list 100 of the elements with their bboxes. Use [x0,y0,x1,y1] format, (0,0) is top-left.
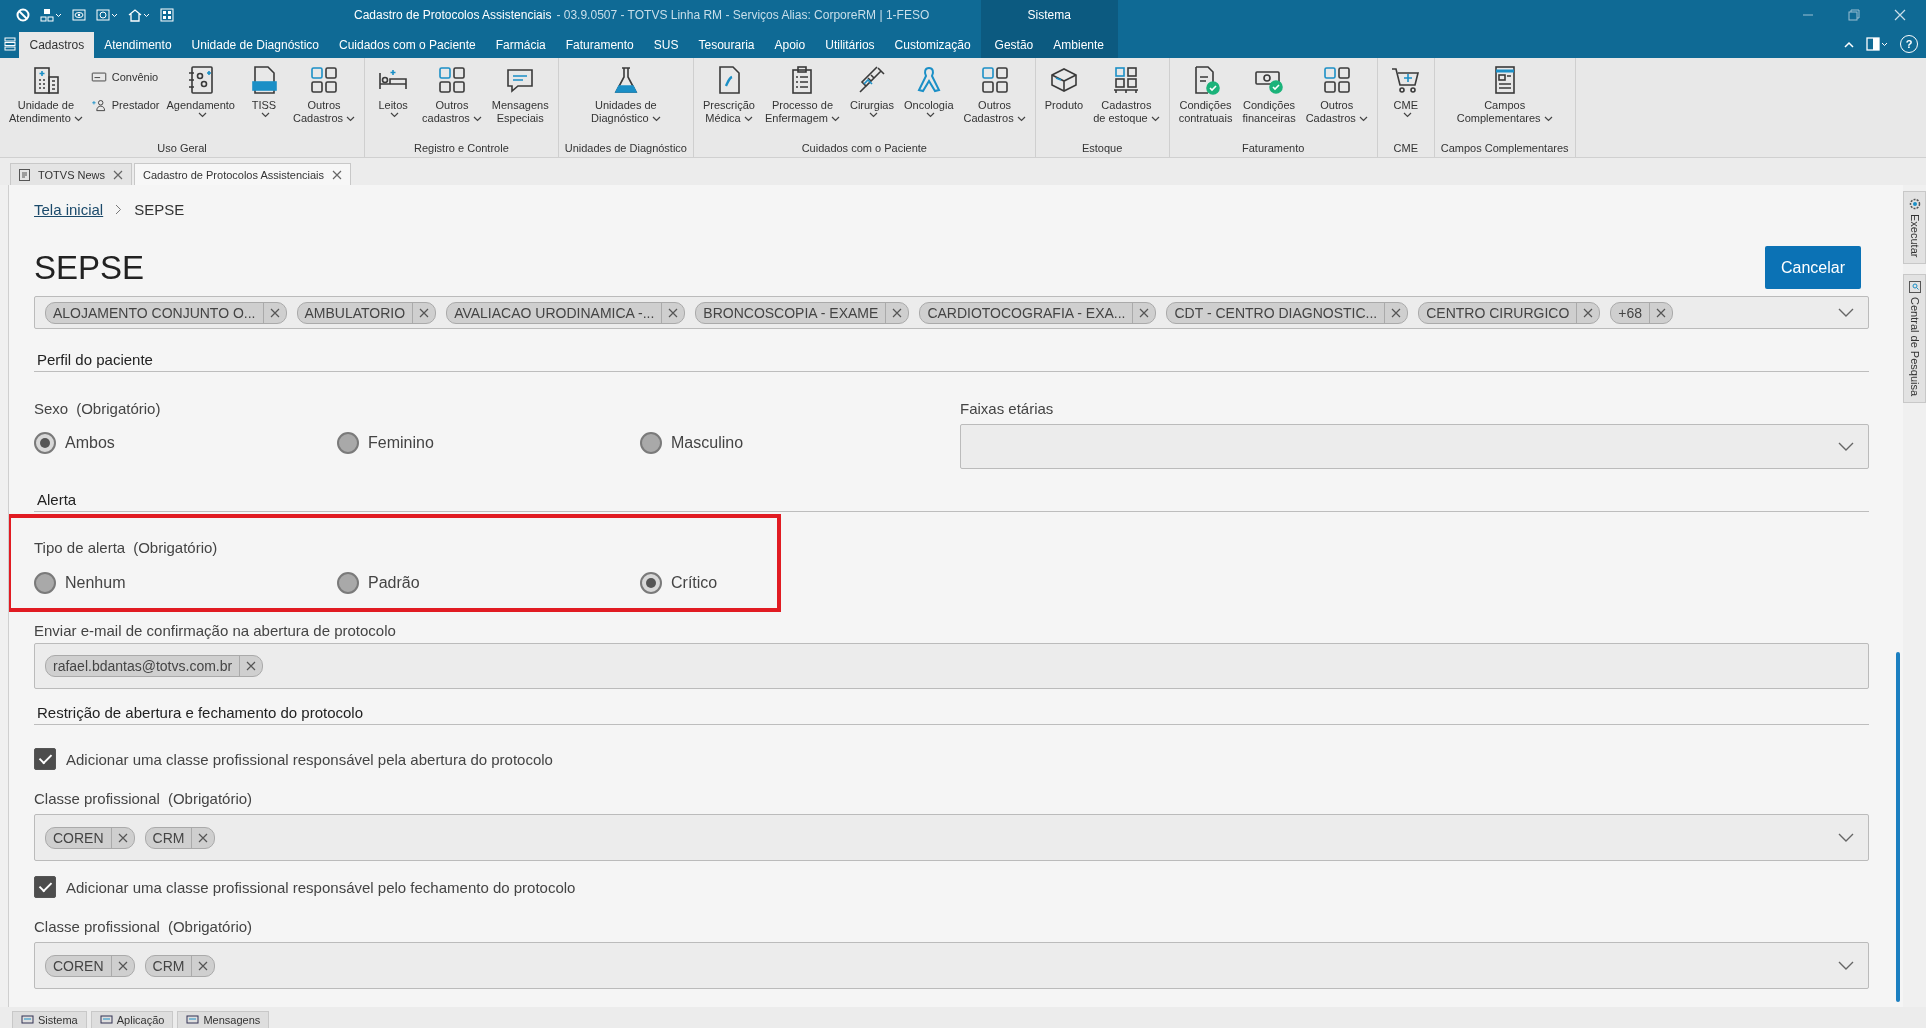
ribbon-button[interactable]: TISS [241,64,286,142]
radio-button[interactable] [337,572,359,594]
blocked-icon[interactable] [16,8,30,22]
remove-icon[interactable] [1391,307,1402,318]
ribbon-button[interactable]: Oncologia [900,64,957,142]
remove-icon[interactable] [1583,307,1594,318]
menu-tab[interactable]: Customização [884,32,981,58]
status-tab[interactable]: Aplicação [90,1011,174,1028]
ribbon-button[interactable]: Prestador [89,96,160,114]
radio-option[interactable]: Nenhum [34,572,337,594]
remove-icon[interactable] [332,169,342,180]
ribbon-button[interactable]: Outros Cadastros [289,64,359,142]
close-icon[interactable] [1894,9,1906,21]
breadcrumb-link[interactable]: Tela inicial [34,200,104,218]
tag-chip: ALOJAMENTO CONJUNTO O... [45,301,287,324]
cancel-button[interactable]: Cancelar [1765,246,1861,289]
collapse-icon[interactable] [1844,40,1854,48]
ribbon-button[interactable]: Cirurgias [846,64,897,142]
ribbon-button[interactable]: Unidade de Atendimento [6,64,86,142]
remove-icon[interactable] [892,307,903,318]
tag-select-field[interactable]: COREN CRM [34,942,1869,989]
remove-icon[interactable] [117,832,128,843]
menu-tab[interactable]: Unidade de Diagnóstico [181,32,329,58]
radio-option[interactable]: Crítico [640,572,840,594]
radio-option[interactable]: Padrão [337,572,640,594]
status-tab[interactable]: Mensagens [177,1011,270,1028]
ribbon-button[interactable]: Prescrição Médica [700,64,758,142]
remove-icon[interactable] [419,307,430,318]
menu-icon[interactable] [3,37,16,51]
side-panel-tab[interactable]: Central de Pesquisa [1903,274,1926,404]
chevron-down-icon[interactable] [1838,442,1854,451]
status-tab[interactable]: Sistema [12,1011,87,1028]
remove-icon[interactable] [117,960,128,971]
menu-tab[interactable]: Ambiente [1043,32,1114,58]
radio-option[interactable]: Masculino [640,432,840,454]
ribbon-button[interactable]: Outros Cadastros [1302,64,1371,142]
menu-tab[interactable]: Apoio [764,32,816,58]
ribbon-button[interactable]: Outros cadastros [419,64,485,142]
ribbon-button[interactable]: Unidades de Diagnóstico [588,64,664,142]
radio-button[interactable] [34,572,56,594]
ribbon-button[interactable]: Leitos [371,64,416,142]
scrollbar-thumb[interactable] [1896,652,1900,1002]
field-label: Classe profissional [34,789,160,807]
document-tab[interactable]: TOTVS News [10,163,133,185]
remove-icon[interactable] [198,832,209,843]
menu-tab[interactable]: Faturamento [555,32,644,58]
document-tab[interactable]: Cadastro de Protocolos Assistenciais [134,163,351,185]
home-icon[interactable] [128,8,150,22]
ribbon-group-label: Registro e Controle [413,142,510,156]
menu-tab[interactable]: Cadastros [19,32,95,58]
menu-tab[interactable]: Farmácia [485,32,556,58]
menu-tab[interactable]: Tesouraria [688,32,765,58]
page-title: SEPSE [34,248,145,287]
remove-icon[interactable] [198,960,209,971]
menu-tab[interactable]: Utilitários [815,32,885,58]
menu-tab[interactable]: Cuidados com o Paciente [329,32,486,58]
tag-chip: rafael.bdantas@totvs.com.br [45,655,264,677]
hierarchy-icon[interactable] [40,8,62,22]
ribbon-button[interactable]: Condições financeiras [1239,64,1299,142]
ribbon-group-label: CME [1392,142,1419,156]
field-label: Tipo de alerta [34,538,126,556]
remove-icon[interactable] [269,307,280,318]
menu-tab[interactable]: Gestão [984,32,1044,58]
chevron-down-icon[interactable] [1838,833,1854,842]
radio-button[interactable] [34,432,56,454]
layout-icon[interactable] [1866,37,1888,51]
ribbon-button[interactable]: Outros Cadastros [960,64,1029,142]
ribbon-button[interactable]: Mensagens Especiais [488,64,552,142]
side-panel-tab[interactable]: Executar [1903,191,1926,265]
ribbon-button[interactable]: Campos Complementares [1453,64,1556,142]
tag-select-field[interactable]: ALOJAMENTO CONJUNTO O... AMBULATORIO AVALIACAO URODINAMICA -... BRONCOSCOPIA - EXAME CARDIOTOCOGRAFIA - EXA... CDT - CENTRO DIAGNOSTIC... CENTRO CIRURGICO +68 [34,296,1869,329]
chevron-down-icon[interactable] [1838,308,1854,317]
checkbox[interactable] [34,748,56,770]
radio-option[interactable]: Ambos [34,432,337,454]
tag-select-field[interactable]: COREN CRM [34,814,1869,861]
dropdown-field[interactable] [960,424,1869,469]
email-field[interactable]: rafael.bdantas@totvs.com.br [34,643,1869,689]
menu-tab[interactable]: Atendimento [94,32,182,58]
eye-icon[interactable] [72,8,86,22]
radio-button[interactable] [640,572,662,594]
ribbon-button[interactable]: Produto [1041,64,1087,142]
remove-icon[interactable] [1139,307,1150,318]
ribbon-button[interactable]: CME [1383,64,1428,142]
remove-icon[interactable] [1656,307,1667,318]
ribbon-button[interactable]: Condições contratuais [1175,64,1236,142]
radio-button[interactable] [337,432,359,454]
ribbon-button[interactable]: Cadastros de estoque [1090,64,1163,142]
radio-option[interactable]: Feminino [337,432,640,454]
remove-icon[interactable] [246,661,257,671]
chevron-down-icon[interactable] [1838,961,1854,970]
ribbon-button[interactable]: Convênio [89,68,160,86]
field-label: Sexo [34,399,69,417]
ribbon-button[interactable]: Processo de Enfermagem [761,64,843,142]
tag-chip: CARDIOTOCOGRAFIA - EXA... [919,301,1157,324]
radio-button[interactable] [640,432,662,454]
remove-icon[interactable] [113,169,124,180]
ribbon-button[interactable]: Agendamento [163,64,238,142]
remove-icon[interactable] [668,307,679,318]
menu-tab[interactable]: SUS [643,32,689,58]
checkbox[interactable] [34,876,56,898]
